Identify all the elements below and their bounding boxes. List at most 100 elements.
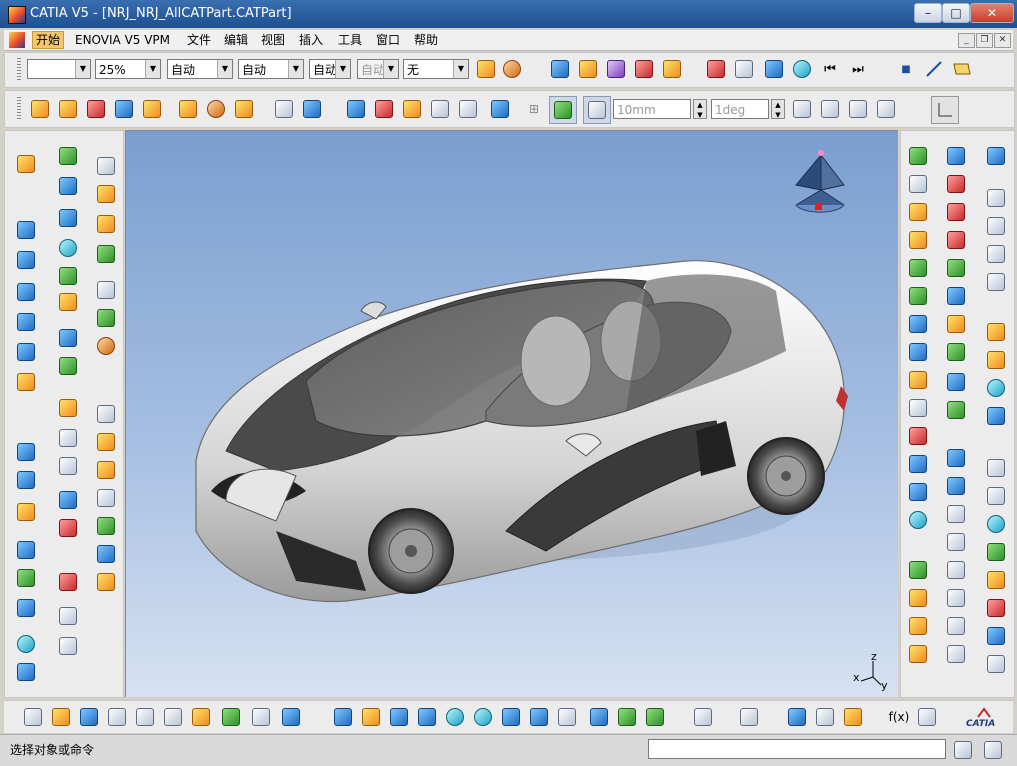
painter-icon[interactable]	[475, 58, 497, 80]
mdi-restore-button[interactable]: ❐	[976, 33, 993, 48]
circle-arc-icon[interactable]	[57, 175, 79, 197]
revolve-icon[interactable]	[57, 237, 79, 259]
inertia-icon[interactable]	[814, 706, 836, 728]
sketch-analysis-icon[interactable]	[705, 58, 727, 80]
mdi-close-button[interactable]: ✕	[994, 33, 1011, 48]
measure-icon[interactable]	[57, 517, 79, 539]
swap-space-icon[interactable]	[644, 706, 666, 728]
fillet-icon[interactable]	[57, 265, 79, 287]
menu-view[interactable]: 视图	[258, 32, 288, 48]
curvature-icon[interactable]	[907, 201, 929, 223]
toolbar-grip[interactable]	[17, 58, 21, 82]
lion-icon[interactable]	[985, 541, 1007, 563]
project-icon[interactable]	[95, 279, 117, 301]
multi-view-icon[interactable]	[528, 706, 550, 728]
select-arrow-icon[interactable]	[985, 321, 1007, 343]
comment-icon[interactable]	[916, 706, 938, 728]
box-icon[interactable]	[945, 475, 967, 497]
fit-icon[interactable]	[57, 571, 79, 593]
snap-icon[interactable]	[583, 96, 611, 124]
plane-view-icon[interactable]	[907, 453, 929, 475]
tag-icon[interactable]	[985, 513, 1007, 535]
fill-surface-icon[interactable]	[85, 98, 107, 120]
work-on-support-icon[interactable]	[931, 96, 959, 124]
pan-icon[interactable]	[388, 706, 410, 728]
print-icon[interactable]	[106, 706, 128, 728]
cat-icon[interactable]	[945, 371, 967, 393]
paste-icon[interactable]	[190, 706, 212, 728]
reflect-icon[interactable]	[907, 257, 929, 279]
open-icon[interactable]	[50, 706, 72, 728]
parallel-curve-icon[interactable]	[95, 487, 117, 509]
gauge-icon[interactable]	[549, 96, 577, 124]
split-icon[interactable]	[15, 219, 37, 241]
mdi-minimize-button[interactable]: _	[958, 33, 975, 48]
crown-icon[interactable]	[985, 569, 1007, 591]
sweep-alt-icon[interactable]	[95, 431, 117, 453]
inflection-icon[interactable]	[907, 285, 929, 307]
helix-icon[interactable]	[95, 243, 117, 265]
zoom-in-icon[interactable]	[444, 706, 466, 728]
connect-checker-icon[interactable]	[945, 173, 967, 195]
point-tool-icon[interactable]	[15, 441, 37, 463]
color-scale-icon[interactable]	[907, 425, 929, 447]
cube-icon[interactable]	[945, 447, 967, 469]
rotate-view-icon[interactable]	[416, 706, 438, 728]
menu-help[interactable]: 帮助	[411, 32, 441, 48]
spider-icon[interactable]	[273, 98, 295, 120]
plus-icon[interactable]: ⊞	[523, 98, 545, 120]
whats-this-icon[interactable]	[280, 706, 302, 728]
sphere-icon[interactable]	[907, 587, 929, 609]
extrapolate-icon[interactable]	[15, 371, 37, 393]
axis-system-icon[interactable]	[345, 98, 367, 120]
extrude-surface-icon[interactable]	[29, 98, 51, 120]
menu-enovia[interactable]: ENOVIA V5 VPM	[72, 32, 173, 48]
transparency-combo[interactable]: 25% ▼	[95, 59, 161, 79]
linewidth-combo[interactable]: 自动 ▼	[238, 59, 304, 79]
menu-window[interactable]: 窗口	[373, 32, 403, 48]
cut-icon[interactable]	[134, 706, 156, 728]
group-icon[interactable]	[57, 489, 79, 511]
cylinder-alt-icon[interactable]	[907, 643, 929, 665]
box-wire-alt-icon[interactable]	[945, 559, 967, 581]
color-combo[interactable]: ▼	[27, 59, 91, 79]
point-icon[interactable]: ■	[895, 58, 917, 80]
measure-tool-icon[interactable]	[786, 706, 808, 728]
offset-icon[interactable]	[57, 291, 79, 313]
highlight-icon[interactable]	[945, 229, 967, 251]
fill-alt-icon[interactable]	[95, 459, 117, 481]
spring-icon[interactable]	[95, 403, 117, 425]
cylinder-icon[interactable]	[907, 615, 929, 637]
person-icon[interactable]	[907, 369, 929, 391]
smiley-icon[interactable]	[791, 58, 813, 80]
affinity-icon[interactable]	[57, 355, 79, 377]
menu-start[interactable]: 开始	[32, 31, 65, 49]
join-icon[interactable]	[57, 207, 79, 229]
angle-field[interactable]: 1deg	[711, 99, 769, 119]
ruled-icon[interactable]	[15, 539, 37, 561]
boundary-icon[interactable]	[15, 153, 37, 175]
layer-combo[interactable]: 无 ▼	[403, 59, 469, 79]
tree-icon[interactable]	[549, 58, 571, 80]
measure-between-icon[interactable]	[907, 173, 929, 195]
line-icon[interactable]	[923, 58, 945, 80]
3d-viewport[interactable]: z x y	[125, 130, 898, 697]
spline-icon[interactable]	[95, 155, 117, 177]
isophote-icon[interactable]	[945, 341, 967, 363]
color-map-icon[interactable]	[985, 597, 1007, 619]
normal-view-icon[interactable]	[500, 706, 522, 728]
copy-icon[interactable]	[162, 706, 184, 728]
porcupine-icon[interactable]	[945, 201, 967, 223]
corner-icon[interactable]	[95, 183, 117, 205]
section-icon[interactable]	[907, 313, 929, 335]
intersect-icon[interactable]	[95, 307, 117, 329]
gear-icon[interactable]	[907, 481, 929, 503]
linetype-combo[interactable]: 自动 ▼	[167, 59, 233, 79]
solid-icon[interactable]	[233, 98, 255, 120]
bottle-icon[interactable]	[842, 706, 864, 728]
view-mode-icon[interactable]	[489, 98, 511, 120]
multisection-icon[interactable]	[141, 98, 163, 120]
connect-icon[interactable]	[95, 213, 117, 235]
minimize-button[interactable]: –	[914, 3, 942, 23]
circle-icon[interactable]	[15, 633, 37, 655]
